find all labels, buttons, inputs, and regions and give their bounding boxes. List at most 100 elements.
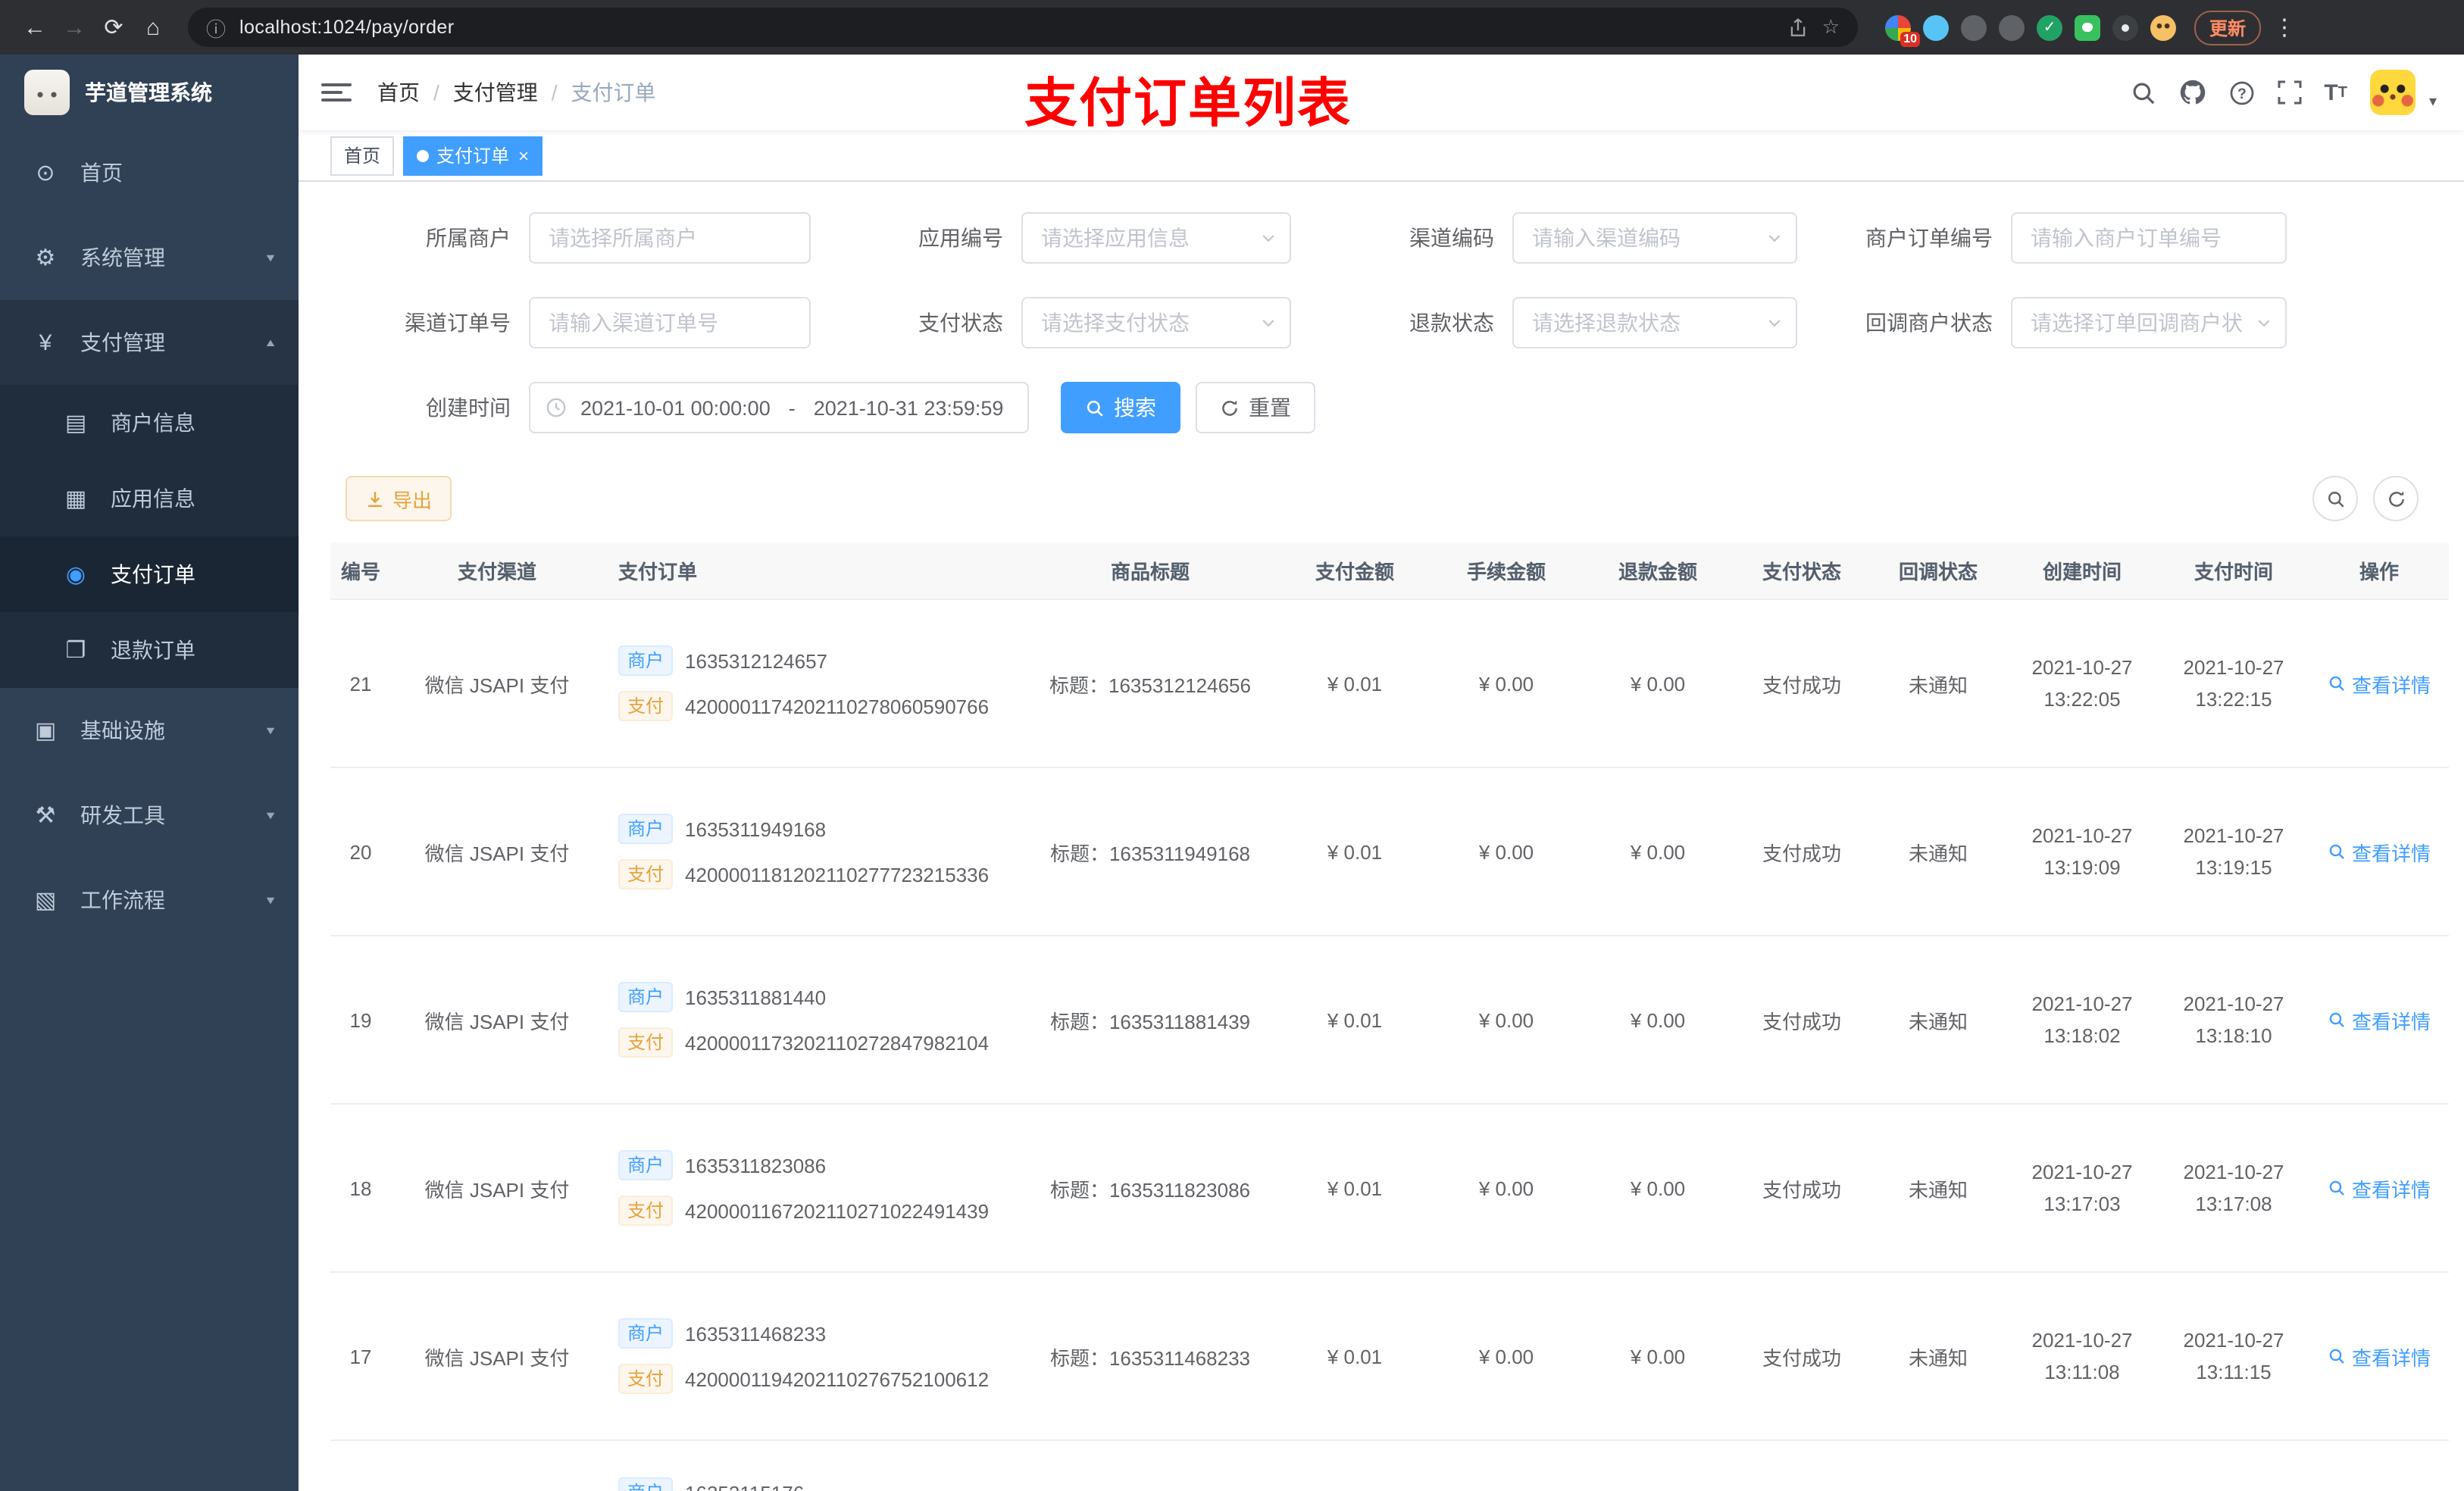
cell-refund: ¥ 0.00 <box>1630 1177 1686 1199</box>
sidebar-item-pay-order[interactable]: ◉ 支付订单 <box>0 536 299 612</box>
browser-back-icon[interactable]: ← <box>15 8 55 47</box>
toggle-search-button[interactable] <box>2312 476 2358 521</box>
help-icon[interactable]: ? <box>2228 76 2254 109</box>
cell-paid: 2021-10-27 13:18:10 <box>2183 992 2284 1047</box>
browser-forward-icon[interactable]: → <box>55 8 94 47</box>
view-details-link[interactable]: 查看详情 <box>2328 669 2431 698</box>
browser-profile-avatar[interactable] <box>2150 14 2176 40</box>
col-header-paid: 支付时间 <box>2194 561 2273 583</box>
cell-amount: ¥ 0.01 <box>1327 1345 1383 1368</box>
filter-label: 渠道订单号 <box>405 311 511 335</box>
merchant-input[interactable] <box>529 212 811 264</box>
channel-code-select[interactable] <box>1512 212 1797 264</box>
browser-menu-icon[interactable]: ⋮ <box>2273 14 2296 41</box>
date-start[interactable]: 2021-10-01 00:00:00 <box>580 396 771 419</box>
gear-icon: ⚙ <box>35 245 56 271</box>
chevron-down-icon: ▼ <box>264 894 277 906</box>
extension-gray-icon[interactable] <box>1961 14 1987 40</box>
address-bar[interactable]: ⓘ localhost:1024/pay/order ☆ <box>188 8 1858 47</box>
view-details-label: 查看详情 <box>2351 674 2431 696</box>
export-button[interactable]: 导出 <box>346 476 452 521</box>
cell-actions: 查看详情 <box>2309 837 2449 866</box>
share-icon[interactable] <box>1789 17 1809 37</box>
sidebar-item-system[interactable]: ⚙ 系统管理 ▼ <box>0 215 299 300</box>
logo-avatar <box>24 70 70 115</box>
refresh-button[interactable] <box>2373 476 2419 521</box>
view-details-link[interactable]: 查看详情 <box>2328 1005 2431 1034</box>
tab-label: 首页 <box>344 145 381 167</box>
header-actions: ? TT ▾ <box>2130 70 2437 115</box>
sidebar-item-app-info[interactable]: ▦ 应用信息 <box>0 461 299 536</box>
breadcrumb-home[interactable]: 首页 <box>377 77 420 108</box>
merchant-tag: 商户 <box>618 1318 674 1349</box>
pay-status-select[interactable] <box>1021 297 1291 349</box>
active-tab-dot <box>417 149 430 161</box>
refund-status-select[interactable] <box>1512 297 1797 349</box>
browser-update-button[interactable]: 更新 <box>2194 10 2262 45</box>
extension-pin-icon[interactable] <box>2112 14 2138 40</box>
sidebar-item-infra[interactable]: ▣ 基础设施 ▼ <box>0 688 299 773</box>
cell-pay-order: 商户 1635311468233 支付 42000011942021102767… <box>603 1318 1021 1394</box>
date-end[interactable]: 2021-10-31 23:59:59 <box>814 396 1004 419</box>
extension-colorful-icon[interactable]: 10 <box>1885 14 1920 46</box>
extension-check-icon[interactable]: ✓ <box>2037 14 2062 40</box>
cell-id: 21 <box>349 672 372 695</box>
notify-status-select[interactable] <box>2011 297 2287 349</box>
circle-dot-icon: ◉ <box>65 562 86 588</box>
search-button[interactable]: 搜索 <box>1061 382 1180 433</box>
sidebar-item-merchant-info[interactable]: ▤ 商户信息 <box>0 385 299 461</box>
briefcase-icon: ▧ <box>34 888 57 914</box>
sidebar-item-payment[interactable]: ¥ 支付管理 ▲ <box>0 300 299 385</box>
search-icon[interactable] <box>2130 76 2156 109</box>
chevron-down-icon: ▼ <box>264 724 277 736</box>
hamburger-icon[interactable] <box>321 77 352 108</box>
font-size-icon[interactable]: TT <box>2324 76 2347 109</box>
browser-home-icon[interactable]: ⌂ <box>133 8 173 47</box>
date-range-input[interactable]: 2021-10-01 00:00:00 - 2021-10-31 23:59:5… <box>529 382 1029 433</box>
site-info-icon[interactable]: ⓘ <box>206 13 226 42</box>
close-icon[interactable]: × <box>518 145 529 166</box>
cell-pay-order: 商户 1635311949168 支付 42000011812021102777… <box>603 814 1021 889</box>
breadcrumb-section[interactable]: 支付管理 <box>453 77 538 108</box>
cell-refund: ¥ 0.00 <box>1630 840 1686 863</box>
cell-pay-order: 商户 16353115176 <box>603 1477 1021 1491</box>
filter-label: 回调商户状态 <box>1865 311 1993 335</box>
view-details-link[interactable]: 查看详情 <box>2328 1342 2431 1371</box>
sidebar: 芋道管理系统 ⊙ 首页 ⚙ 系统管理 ▼ ¥ 支付管理 ▲ ▤ 商户信息 ▦ 应… <box>0 55 299 1491</box>
cell-actions: 查看详情 <box>2309 669 2449 698</box>
reset-button[interactable]: 重置 <box>1196 382 1315 433</box>
sidebar-item-devtools[interactable]: ⚒ 研发工具 ▼ <box>0 773 299 858</box>
sidebar-item-refund-order[interactable]: ❐ 退款订单 <box>0 612 299 688</box>
col-header-title: 商品标题 <box>1110 561 1190 583</box>
cell-fee: ¥ 0.00 <box>1478 672 1534 695</box>
user-avatar[interactable] <box>2369 70 2416 115</box>
app-id-select[interactable] <box>1021 212 1291 264</box>
col-header-id: 编号 <box>340 561 380 583</box>
channel-order-no-input[interactable] <box>529 297 811 349</box>
sidebar-item-workflow[interactable]: ▧ 工作流程 ▼ <box>0 858 299 942</box>
cell-status: 支付成功 <box>1762 842 1841 864</box>
table-row: 19 微信 JSAPI 支付 商户 1635311881440 支付 42000… <box>330 936 2449 1105</box>
fullscreen-icon[interactable] <box>2277 76 2301 109</box>
extension-gray2-icon[interactable] <box>1999 14 2025 40</box>
clock-icon <box>546 397 567 418</box>
view-details-link[interactable]: 查看详情 <box>2328 1174 2431 1202</box>
cell-notify-status: 未通知 <box>1908 1346 1968 1369</box>
sidebar-item-home[interactable]: ⊙ 首页 <box>0 130 299 215</box>
github-icon[interactable] <box>2178 76 2206 109</box>
app-logo[interactable]: 芋道管理系统 <box>0 55 299 130</box>
extension-drop-icon[interactable] <box>1923 14 1949 40</box>
bookmark-star-icon[interactable]: ☆ <box>1822 15 1840 39</box>
monitor-icon: ▣ <box>34 718 57 744</box>
extension-chat-icon[interactable] <box>2075 14 2100 40</box>
browser-reload-icon[interactable]: ⟳ <box>94 8 133 47</box>
merchant-order-no-input[interactable] <box>2011 212 2287 264</box>
url-text[interactable]: localhost:1024/pay/order <box>239 17 1775 38</box>
tab-home[interactable]: 首页 <box>330 136 395 175</box>
tab-pay-order[interactable]: 支付订单 × <box>403 136 543 175</box>
view-details-link[interactable]: 查看详情 <box>2328 837 2431 866</box>
cell-amount: ¥ 0.01 <box>1327 840 1383 863</box>
cell-status: 支付成功 <box>1762 1178 1841 1201</box>
avatar-caret-icon[interactable]: ▾ <box>2429 93 2437 110</box>
document-icon: ❐ <box>65 638 86 664</box>
